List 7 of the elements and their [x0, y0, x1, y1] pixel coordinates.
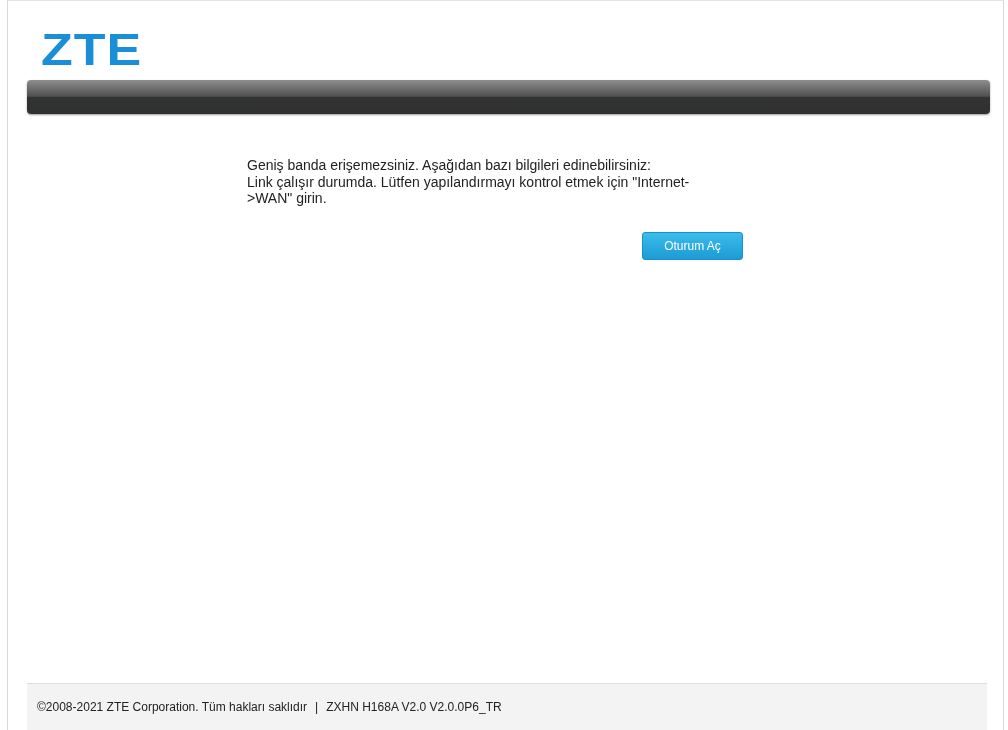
separator-text: | — [315, 699, 319, 716]
message-text: Geniş banda erişemezsiniz. Aşağıdan bazı bilgileri edinebilirsiniz: — [247, 157, 652, 174]
message-text: Link çalışır durumda. Lütfen yapılandırmayı kontrol etmek için "Internet->WAN" girin. — [247, 173, 691, 207]
logo: ZTE — [41, 28, 144, 66]
copyright-text: ©2008-2021 ZTE Corporation. Tüm hakları saklıdır — [37, 699, 308, 716]
version-text: ZXHN H168A V2.0 V2.0.0P6_TR — [326, 699, 502, 716]
login-button[interactable]: Oturum Aç — [642, 231, 743, 260]
